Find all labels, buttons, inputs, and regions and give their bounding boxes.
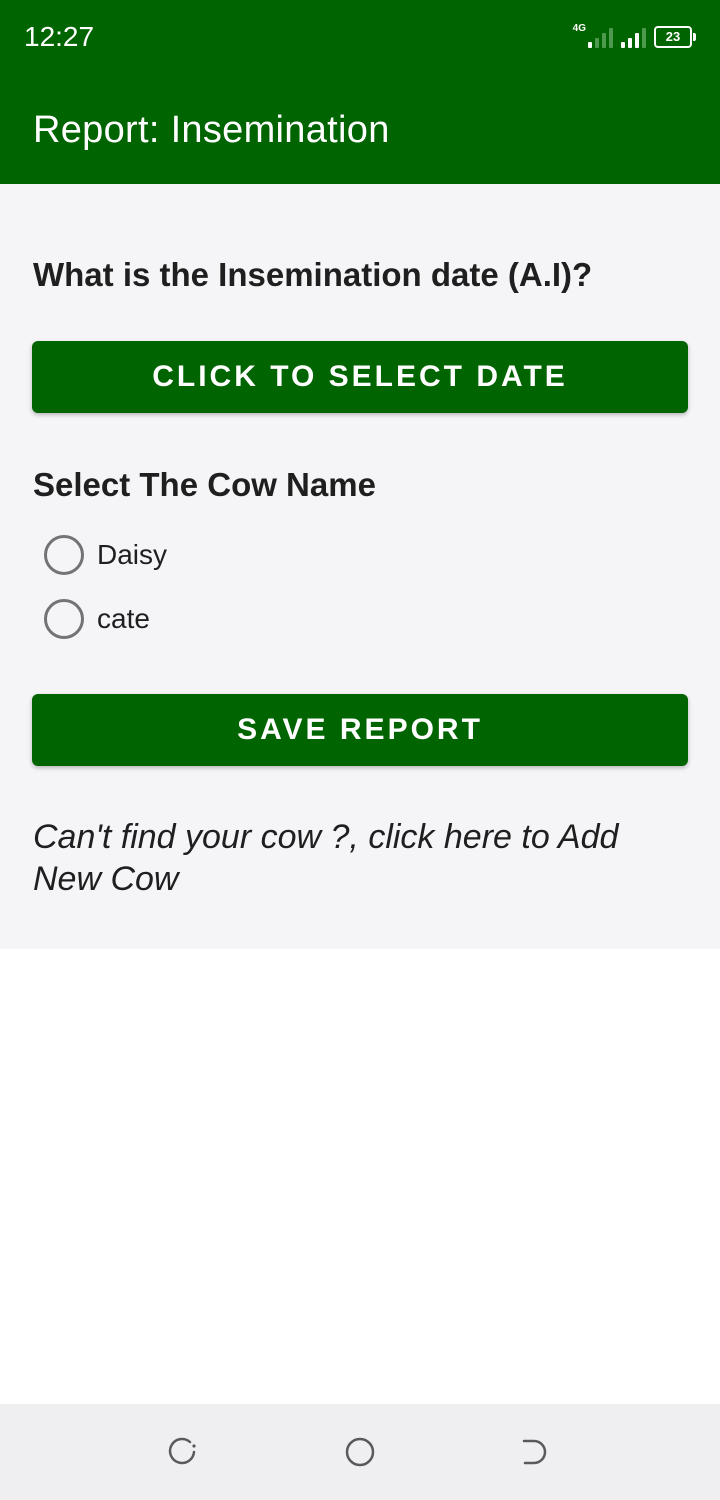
cow-radio-option[interactable]: cate (44, 599, 150, 639)
recent-apps-icon[interactable] (168, 1436, 200, 1468)
report-form: What is the Insemination date (A.I)? CLI… (0, 184, 720, 949)
cow-section-title: Select The Cow Name (33, 466, 376, 503)
signal-icon (621, 26, 646, 48)
date-question: What is the Insemination date (A.I)? (33, 256, 593, 293)
radio-button[interactable] (44, 535, 84, 575)
add-new-cow-link[interactable]: Can't find your cow ?, click here to Add… (33, 816, 673, 900)
signal-4g-icon (588, 26, 613, 48)
battery-level: 23 (654, 26, 692, 48)
select-date-button[interactable]: CLICK TO SELECT DATE (32, 341, 688, 413)
status-bar: 12:27 4G 23 (0, 0, 720, 78)
navigation-bar (0, 1404, 720, 1500)
status-time: 12:27 (24, 21, 95, 52)
cow-name-label[interactable]: cate (97, 599, 150, 639)
home-icon[interactable] (344, 1436, 376, 1468)
network-type-label: 4G (572, 23, 586, 34)
battery-icon: 23 (654, 26, 696, 48)
page-title: Report: Insemination (33, 109, 390, 151)
back-icon[interactable] (520, 1436, 552, 1468)
save-report-button[interactable]: SAVE REPORT (32, 694, 688, 766)
app-bar: Report: Insemination (0, 78, 720, 184)
cow-name-label[interactable]: Daisy (97, 535, 167, 575)
status-icons: 4G 23 (573, 20, 696, 54)
radio-button[interactable] (44, 599, 84, 639)
cow-radio-option[interactable]: Daisy (44, 535, 167, 575)
